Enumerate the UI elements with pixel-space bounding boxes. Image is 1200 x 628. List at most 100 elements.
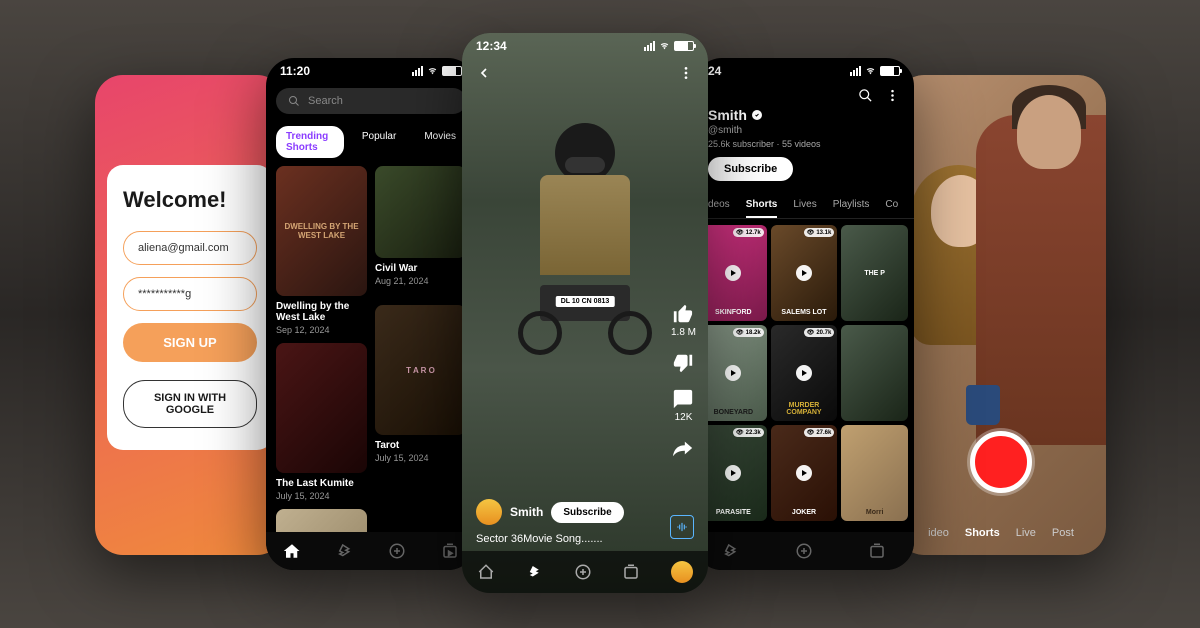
shorts-grid: 👁 12.7kSKINFORD 👁 13.1kSALEMS LOT THE P …: [694, 219, 914, 527]
video-card[interactable]: 👁 18.2kBONEYARD: [700, 325, 767, 421]
tab-shorts[interactable]: Shorts: [746, 199, 778, 218]
tab-video[interactable]: ideo: [928, 527, 949, 539]
video-card[interactable]: 👁 22.3kPARASITE: [700, 425, 767, 521]
profile-avatar[interactable]: [671, 561, 693, 583]
google-signin-button[interactable]: SIGN IN WITH GOOGLE: [123, 380, 257, 428]
item-date: July 15, 2024: [375, 453, 466, 463]
list-item[interactable]: The Last Kumite July 15, 2024: [276, 343, 367, 501]
more-icon[interactable]: [678, 65, 694, 81]
status-bar: 24: [694, 58, 914, 84]
category-tabs: Trending Shorts Popular Movies: [266, 118, 476, 166]
back-icon[interactable]: [476, 65, 492, 81]
play-icon: [796, 265, 812, 281]
subscribe-button[interactable]: Subscribe: [551, 502, 623, 523]
play-icon: [796, 365, 812, 381]
password-field[interactable]: ***********g: [123, 277, 257, 311]
email-field[interactable]: aliena@gmail.com: [123, 231, 257, 265]
video-card[interactable]: THE P: [841, 225, 908, 321]
video-card[interactable]: 👁 27.6kJOKER: [771, 425, 838, 521]
tab-playlists[interactable]: Playlists: [833, 199, 870, 210]
login-card: Welcome! aliena@gmail.com ***********g S…: [107, 165, 273, 450]
browse-screen: 11:20 Search Trending Shorts Popular Mov…: [266, 58, 476, 570]
tab-shorts[interactable]: Shorts: [965, 527, 1000, 539]
audio-wave-icon[interactable]: [670, 515, 694, 539]
shorts-icon[interactable]: [722, 542, 740, 560]
play-icon: [725, 265, 741, 281]
view-count: 👁 22.3k: [733, 428, 764, 437]
tab-trending[interactable]: Trending Shorts: [276, 126, 344, 158]
tab-videos[interactable]: deos: [708, 199, 730, 210]
bottom-nav: [694, 532, 914, 570]
tab-live[interactable]: Live: [1016, 527, 1036, 539]
channel-stats: 25.6k subscriber · 55 videos: [708, 139, 900, 149]
comment-button[interactable]: 12K: [672, 388, 694, 423]
channel-name[interactable]: Smith: [510, 505, 543, 519]
library-icon[interactable]: [441, 542, 459, 560]
shorts-icon[interactable]: [526, 563, 544, 581]
camera-mode-tabs: ideo Shorts Live Post: [896, 527, 1106, 539]
comment-icon: [672, 388, 694, 410]
tab-popular[interactable]: Popular: [352, 126, 406, 158]
wifi-icon: [864, 66, 877, 76]
list-item[interactable]: DWELLING BY THE WEST LAKE Dwelling by th…: [276, 166, 367, 335]
home-icon[interactable]: [477, 563, 495, 581]
status-time: 11:20: [280, 64, 310, 78]
like-button[interactable]: 1.8 M: [671, 303, 696, 338]
view-count: 👁 18.2k: [733, 328, 764, 337]
search-input[interactable]: Search: [276, 88, 466, 114]
video-card[interactable]: 👁 13.1kSALEMS LOT: [771, 225, 838, 321]
signal-icon: [644, 41, 655, 51]
tab-community[interactable]: Co: [885, 199, 898, 210]
share-icon: [672, 437, 694, 459]
item-title: Dwelling by the West Lake: [276, 301, 367, 323]
tab-post[interactable]: Post: [1052, 527, 1074, 539]
shorts-icon[interactable]: [336, 542, 354, 560]
more-icon[interactable]: [885, 88, 900, 103]
thumbnail: [276, 343, 367, 473]
add-icon[interactable]: [388, 542, 406, 560]
video-title: Sector 36Movie Song.......: [476, 533, 694, 545]
tab-movies[interactable]: Movies: [414, 126, 466, 158]
view-count: 👁 20.7k: [804, 328, 835, 337]
add-icon[interactable]: [795, 542, 813, 560]
welcome-title: Welcome!: [123, 187, 257, 213]
thumbs-up-icon: [672, 303, 694, 325]
status-time: 24: [708, 64, 721, 78]
camera-screen: ideo Shorts Live Post: [896, 75, 1106, 555]
video-player-screen: 12:34 DL 10 CN 0813 1.8 M: [462, 33, 708, 593]
video-content: DL 10 CN 0813: [505, 123, 665, 383]
search-icon: [288, 95, 300, 107]
verified-icon: [751, 109, 763, 121]
subscribe-button[interactable]: Subscribe: [708, 157, 793, 181]
play-icon: [725, 365, 741, 381]
signal-icon: [850, 66, 861, 76]
status-bar: 11:20: [266, 58, 476, 84]
video-card[interactable]: 👁 12.7kSKINFORD: [700, 225, 767, 321]
video-card[interactable]: Morri: [841, 425, 908, 521]
wifi-icon: [658, 41, 671, 51]
tab-lives[interactable]: Lives: [793, 199, 816, 210]
channel-name: Smith: [708, 107, 900, 123]
profile-header: Smith @smith 25.6k subscriber · 55 video…: [694, 107, 914, 191]
bottom-nav: [266, 532, 476, 570]
item-title: The Last Kumite: [276, 478, 367, 489]
library-icon[interactable]: [622, 563, 640, 581]
play-icon: [796, 465, 812, 481]
home-icon[interactable]: [283, 542, 301, 560]
status-bar: 12:34: [462, 33, 708, 59]
video-card[interactable]: [841, 325, 908, 421]
avatar[interactable]: [476, 499, 502, 525]
signup-button[interactable]: SIGN UP: [123, 323, 257, 362]
share-button[interactable]: [672, 437, 694, 459]
bottom-nav: [462, 551, 708, 593]
list-item[interactable]: T A R O Tarot July 15, 2024: [375, 305, 466, 501]
dislike-button[interactable]: [672, 352, 694, 374]
thumbnail: T A R O: [375, 305, 466, 435]
item-date: Aug 21, 2024: [375, 276, 466, 286]
add-icon[interactable]: [574, 563, 592, 581]
battery-icon: [880, 66, 900, 76]
video-card[interactable]: 👁 20.7kMURDER COMPANY: [771, 325, 838, 421]
record-button[interactable]: [970, 431, 1032, 493]
library-icon[interactable]: [868, 542, 886, 560]
search-icon[interactable]: [858, 88, 873, 103]
